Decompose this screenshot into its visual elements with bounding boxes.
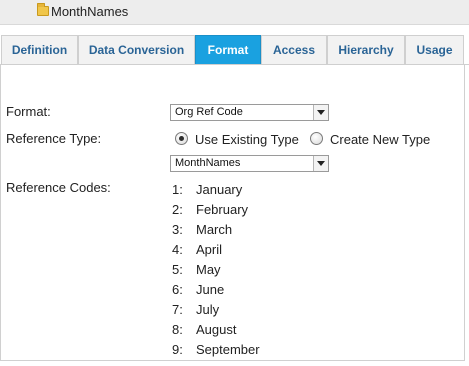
reference-type-select[interactable]: MonthNames [170,155,329,172]
code-number: 3: [172,222,183,237]
code-name: April [196,242,223,257]
list-item: 1: January [172,180,322,200]
tab-bar: Definition Data Conversion Format Access… [0,35,469,65]
list-item: 3: March [172,220,322,240]
code-name: June [196,282,225,297]
reference-codes-list: 1: January 2: February 3: March 4: April… [172,180,322,360]
code-name: September [196,342,260,357]
header-bar: MonthNames [0,0,469,25]
radio-use-existing-type[interactable] [175,132,188,145]
code-number: 7: [172,302,183,317]
code-name: January [196,182,243,197]
list-item: 5: May [172,260,322,280]
format-select[interactable]: Org Ref Code [170,104,329,121]
code-name: May [196,262,221,277]
code-number: 9: [172,342,183,357]
folder-icon [37,3,49,16]
list-item: 7: July [172,300,322,320]
reference-type-select-value: MonthNames [175,157,241,169]
format-label: Format: [6,104,51,119]
reference-type-label: Reference Type: [6,131,102,146]
chevron-down-icon[interactable] [313,105,328,120]
tab-access[interactable]: Access [261,35,327,64]
list-item: 9: September [172,340,322,360]
tab-data-conversion[interactable]: Data Conversion [78,35,195,64]
code-name: March [196,222,233,237]
tab-definition[interactable]: Definition [1,35,78,64]
code-number: 8: [172,322,183,337]
list-item: 4: April [172,240,322,260]
format-select-value: Org Ref Code [175,106,243,118]
tab-usage[interactable]: Usage [405,35,464,64]
list-item: 6: June [172,280,322,300]
radio-use-existing-type-label[interactable]: Use Existing Type [195,132,299,147]
tab-hierarchy[interactable]: Hierarchy [327,35,405,64]
code-number: 1: [172,182,183,197]
code-name: February [196,202,249,217]
code-name: July [196,302,220,317]
list-item: 8: August [172,320,322,340]
code-number: 5: [172,262,183,277]
code-number: 6: [172,282,183,297]
radio-create-new-type-label[interactable]: Create New Type [330,132,430,147]
header-title: MonthNames [51,4,129,19]
tab-format[interactable]: Format [195,35,261,64]
code-number: 2: [172,202,183,217]
reference-codes-label: Reference Codes: [6,180,111,195]
chevron-down-icon[interactable] [313,156,328,171]
radio-create-new-type[interactable] [310,132,323,145]
list-item: 2: February [172,200,322,220]
code-number: 4: [172,242,183,257]
code-name: August [196,322,237,337]
